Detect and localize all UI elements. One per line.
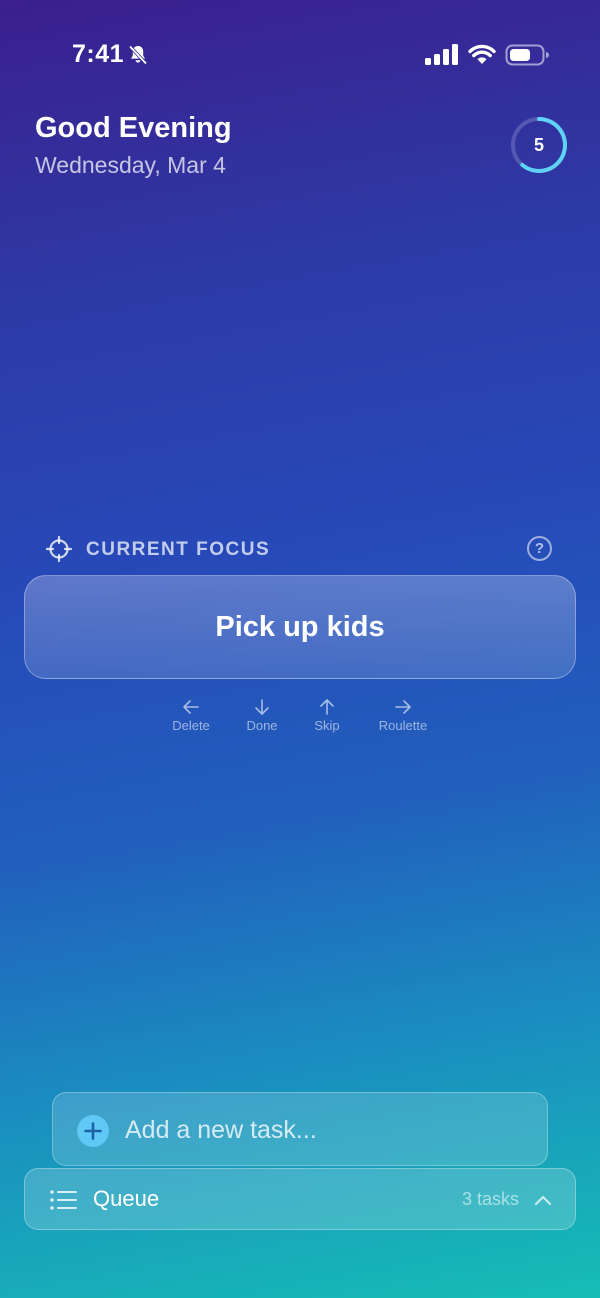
current-focus-header: CURRENT FOCUS ? — [46, 535, 556, 563]
queue-task-count: 3 tasks — [461, 1189, 519, 1209]
current-focus-card[interactable]: Pick up kids — [24, 575, 576, 679]
help-icon[interactable]: ? — [527, 536, 552, 561]
crosshair-icon — [46, 536, 72, 562]
battery-icon — [505, 44, 549, 66]
gesture-hints: Delete Done Skip Roulette — [0, 697, 600, 741]
add-task-bar[interactable] — [52, 1092, 548, 1166]
queue-bar[interactable]: Queue 3 tasks — [24, 1168, 576, 1230]
gesture-label: Skip — [314, 718, 340, 733]
arrow-right-icon — [395, 700, 411, 714]
plus-circle-icon[interactable] — [77, 1115, 109, 1147]
list-icon — [50, 1190, 77, 1210]
status-bar: 7:41 — [0, 0, 600, 110]
status-time: 7:41 — [72, 40, 125, 68]
focus-task-title: Pick up kids — [215, 610, 385, 643]
greeting-title: Good Evening — [35, 112, 232, 144]
gesture-label: Roulette — [378, 718, 428, 733]
date-subtitle: Wednesday, Mar 4 — [35, 152, 226, 178]
add-task-input[interactable] — [125, 1111, 525, 1149]
gesture-roulette[interactable]: Roulette — [363, 697, 443, 733]
arrow-up-icon — [320, 699, 334, 715]
arrow-left-icon — [183, 700, 199, 714]
streak-count: 5 — [533, 135, 544, 155]
queue-label: Queue — [93, 1186, 160, 1211]
bell-slash-icon — [128, 45, 148, 65]
gesture-delete[interactable]: Delete — [151, 697, 231, 733]
gesture-label: Delete — [172, 718, 210, 733]
wifi-icon — [468, 44, 496, 64]
current-focus-label: CURRENT FOCUS — [86, 539, 271, 560]
arrow-down-icon — [255, 699, 269, 715]
chevron-up-icon[interactable] — [533, 1190, 553, 1210]
gesture-skip[interactable]: Skip — [287, 697, 367, 733]
cellular-signal-icon — [425, 44, 458, 65]
